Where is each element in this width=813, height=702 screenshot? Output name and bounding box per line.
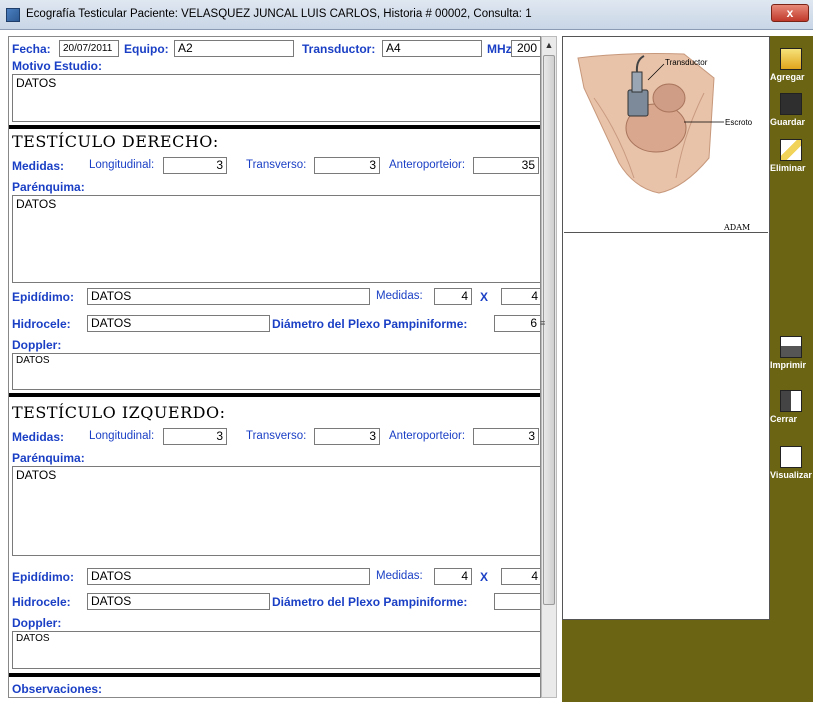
exit-door-icon [780, 390, 802, 412]
transductor-field[interactable]: A4 [382, 40, 482, 57]
adam-credit-logo: ADAM [723, 223, 750, 232]
anatomy-illustration: Transductor Escroto ADAM [564, 38, 768, 233]
guardar-label: Guardar [770, 117, 806, 127]
izquierdo-plexo-label: Diámetro del Plexo Pampiniforme: [272, 595, 468, 609]
izquierdo-parenquima-textarea[interactable]: DATOS [12, 466, 540, 556]
izquierdo-hidrocele-field[interactable]: DATOS [87, 593, 270, 610]
scroll-thumb[interactable] [543, 55, 555, 605]
exam-form: Fecha: 20/07/2011 Equipo: A2 Transductor… [8, 36, 541, 698]
grip-icon: ≡ [540, 318, 546, 328]
izquierdo-hidrocele-label: Hidrocele: [12, 595, 71, 609]
izquierdo-antero-label: Anteroporteior: [389, 430, 466, 442]
izquierdo-longitudinal-label: Longitudinal: [89, 430, 155, 442]
close-button[interactable]: x [771, 4, 809, 22]
title-bar: Ecografía Testicular Paciente: VELASQUEZ… [0, 0, 813, 30]
anatomy-svg: Transductor Escroto ADAM [577, 53, 753, 232]
imprimir-button[interactable]: Imprimir [770, 336, 813, 380]
escroto-caption: Escroto [725, 118, 753, 127]
section-divider [9, 125, 540, 129]
printer-icon [780, 336, 802, 358]
section-divider [9, 673, 540, 677]
izquierdo-epididimo-field[interactable]: DATOS [87, 568, 370, 585]
izquierdo-heading: TESTÍCULO IZQUERDO: [12, 403, 226, 422]
izquierdo-transverso-field[interactable]: 3 [314, 428, 380, 445]
derecho-hidrocele-field[interactable]: DATOS [87, 315, 270, 332]
equipo-field[interactable]: A2 [174, 40, 294, 57]
scroll-up-arrow-icon[interactable]: ▲ [542, 37, 556, 53]
motivo-textarea[interactable]: DATOS [12, 74, 540, 122]
motivo-label: Motivo Estudio: [12, 59, 102, 73]
eliminar-button[interactable]: Eliminar [770, 139, 813, 183]
derecho-heading: TESTÍCULO DERECHO: [12, 132, 219, 151]
derecho-transverso-field[interactable]: 3 [314, 157, 380, 174]
derecho-epididimo-label: Epidídimo: [12, 290, 74, 304]
izquierdo-doppler-label: Doppler: [12, 616, 62, 630]
fecha-field[interactable]: 20/07/2011 [59, 40, 119, 57]
illustration-panel: Transductor Escroto ADAM [562, 36, 770, 620]
izquierdo-longitudinal-field[interactable]: 3 [163, 428, 227, 445]
derecho-epididimo-field[interactable]: DATOS [87, 288, 370, 305]
izquierdo-medidas-label: Medidas: [12, 430, 65, 444]
imprimir-label: Imprimir [770, 360, 807, 370]
agregar-label: Agregar [770, 72, 805, 82]
izquierdo-antero-field[interactable]: 3 [473, 428, 539, 445]
app-icon [6, 8, 20, 22]
action-toolbar: Agregar Guardar Eliminar Imprimir Cerrar… [770, 36, 813, 702]
izquierdo-doppler-textarea[interactable]: DATOS [12, 631, 540, 669]
derecho-doppler-label: Doppler: [12, 338, 62, 352]
derecho-longitudinal-field[interactable]: 3 [163, 157, 227, 174]
add-icon [780, 48, 802, 70]
agregar-button[interactable]: Agregar [770, 48, 813, 92]
derecho-medidas2-a-field[interactable]: 4 [434, 288, 472, 305]
izquierdo-transverso-label: Transverso: [246, 430, 307, 442]
panel-background [562, 620, 770, 702]
derecho-antero-field[interactable]: 35 [473, 157, 539, 174]
transductor-caption: Transductor [665, 58, 708, 67]
derecho-longitudinal-label: Longitudinal: [89, 159, 155, 171]
derecho-plexo-label: Diámetro del Plexo Pampiniforme: [272, 317, 468, 331]
derecho-medidas2-label: Medidas: [376, 290, 423, 302]
cerrar-label: Cerrar [770, 414, 798, 424]
derecho-parenquima-textarea[interactable]: DATOS [12, 195, 540, 283]
eliminar-label: Eliminar [770, 163, 806, 173]
eraser-icon [780, 139, 802, 161]
derecho-medidas-label: Medidas: [12, 159, 65, 173]
derecho-doppler-textarea[interactable]: DATOS [12, 353, 540, 390]
save-icon [780, 93, 802, 115]
derecho-antero-label: Anteroporteior: [389, 159, 466, 171]
derecho-medidas2-b-field[interactable]: 4 [501, 288, 540, 305]
visualizar-label: Visualizar [770, 470, 812, 480]
derecho-hidrocele-label: Hidrocele: [12, 317, 71, 331]
izquierdo-medidas2-label: Medidas: [376, 570, 423, 582]
derecho-transverso-label: Transverso: [246, 159, 307, 171]
section-divider [9, 393, 540, 397]
derecho-x-label: X [480, 290, 489, 304]
derecho-plexo-field[interactable]: 6 [494, 315, 540, 332]
fecha-label: Fecha: [12, 42, 51, 56]
izquierdo-parenquima-label: Parénquima: [12, 451, 85, 465]
document-view-icon [780, 446, 802, 468]
mhz-field[interactable]: 200 [511, 40, 540, 57]
equipo-label: Equipo: [124, 42, 169, 56]
observaciones-label: Observaciones: [12, 682, 103, 696]
izquierdo-plexo-field[interactable] [494, 593, 540, 610]
izquierdo-medidas2-b-field[interactable]: 4 [501, 568, 540, 585]
derecho-parenquima-label: Parénquima: [12, 180, 85, 194]
transductor-label: Transductor: [302, 42, 376, 56]
izquierdo-medidas2-a-field[interactable]: 4 [434, 568, 472, 585]
cerrar-button[interactable]: Cerrar [770, 390, 813, 434]
izquierdo-x-label: X [480, 570, 489, 584]
form-scrollbar[interactable]: ▲ [541, 36, 557, 698]
guardar-button[interactable]: Guardar [770, 93, 813, 137]
izquierdo-epididimo-label: Epidídimo: [12, 570, 74, 584]
window-title: Ecografía Testicular Paciente: VELASQUEZ… [26, 8, 532, 20]
visualizar-button[interactable]: Visualizar [770, 446, 813, 490]
